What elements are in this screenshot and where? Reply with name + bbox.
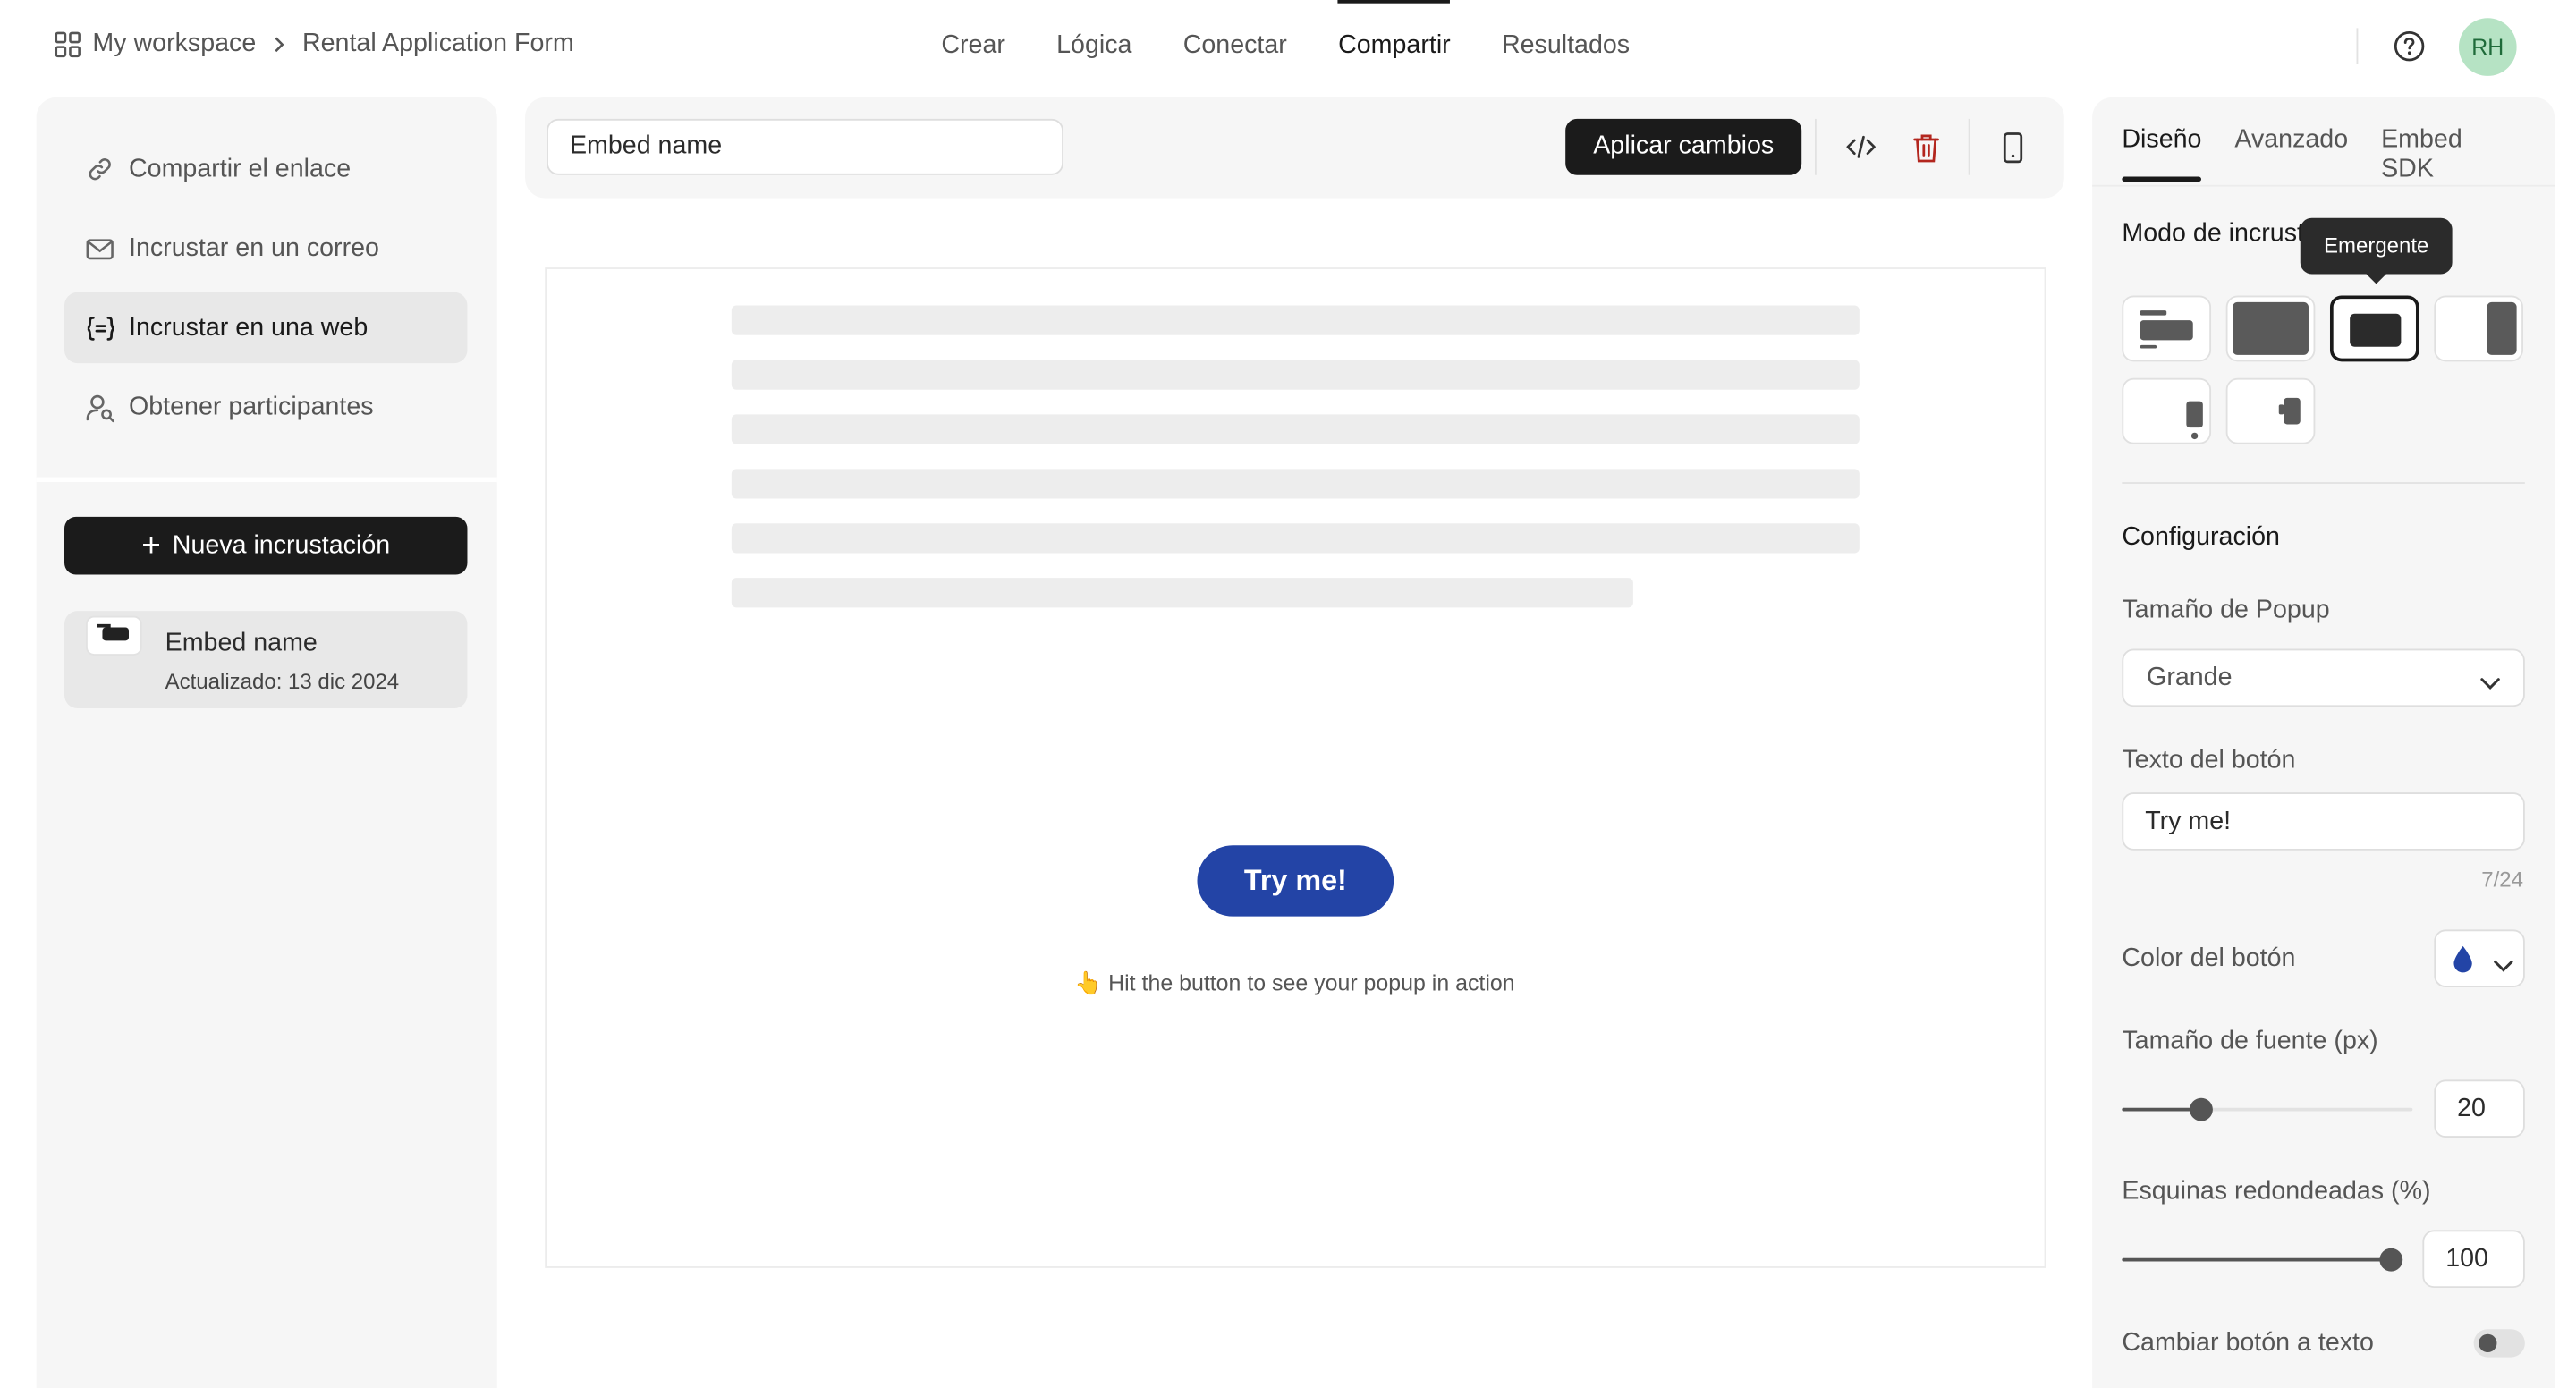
divider xyxy=(2122,482,2525,484)
tab-diseno[interactable]: Diseño xyxy=(2122,125,2202,184)
embed-list-item[interactable]: Embed name Actualizado: 13 dic 2024 xyxy=(64,611,468,709)
slider-handle[interactable] xyxy=(2379,1248,2403,1272)
top-bar: My workspace Rental Application Form Cre… xyxy=(0,0,2576,92)
avatar[interactable]: RH xyxy=(2458,18,2517,76)
mode-popover-button[interactable] xyxy=(2122,377,2212,444)
placeholder-line xyxy=(731,414,1860,444)
preview-try-button[interactable]: Try me! xyxy=(1197,845,1394,917)
preview-hint: 👆 Hit the button to see your popup in ac… xyxy=(1074,970,1515,996)
placeholder-line xyxy=(731,305,1860,335)
sidebar-item-label: Incrustar en una web xyxy=(129,312,369,342)
code-braces-icon xyxy=(84,312,115,343)
text-toggle-label: Cambiar botón a texto xyxy=(2122,1329,2374,1358)
panel-tabs: Diseño Avanzado Embed SDK xyxy=(2122,125,2555,184)
new-embed-label: Nueva incrustación xyxy=(172,530,391,559)
tab-resultados[interactable]: Resultados xyxy=(1502,0,1630,92)
chevron-down-icon xyxy=(2480,669,2500,698)
divider xyxy=(36,477,497,483)
font-size-slider[interactable] xyxy=(2122,1093,2413,1126)
button-color-label: Color del botón xyxy=(2122,944,2296,973)
tab-compartir[interactable]: Compartir xyxy=(1338,0,1451,92)
sidebar-item-web-embed[interactable]: Incrustar en una web xyxy=(64,292,468,364)
font-size-input[interactable] xyxy=(2434,1079,2525,1138)
embed-toolbar: Aplicar cambios xyxy=(525,97,2064,199)
popup-mode-icon xyxy=(86,615,142,656)
mail-icon xyxy=(84,233,115,264)
tab-logica[interactable]: Lógica xyxy=(1056,0,1131,92)
divider xyxy=(1968,118,1970,175)
apply-changes-button[interactable]: Aplicar cambios xyxy=(1565,118,1802,175)
plus-icon: + xyxy=(141,527,161,564)
corners-slider[interactable] xyxy=(2122,1243,2403,1276)
mode-fullpage-button[interactable] xyxy=(2225,295,2316,362)
code-icon[interactable] xyxy=(1844,131,1877,164)
mode-tooltip: Emergente xyxy=(2300,217,2453,284)
embed-item-name: Embed name xyxy=(165,629,318,657)
help-icon[interactable] xyxy=(2393,30,2426,63)
placeholder-line xyxy=(731,523,1860,554)
breadcrumb-workspace[interactable]: My workspace xyxy=(92,30,256,59)
chevron-down-icon xyxy=(2494,951,2513,980)
new-embed-button[interactable]: + Nueva incrustación xyxy=(64,516,468,575)
font-size-label: Tamaño de fuente (px) xyxy=(2122,1027,2378,1055)
button-color-picker[interactable] xyxy=(2434,929,2525,988)
text-toggle-switch[interactable] xyxy=(2473,1329,2525,1358)
tab-embed-sdk[interactable]: Embed SDK xyxy=(2381,125,2521,184)
breadcrumb-form[interactable]: Rental Application Form xyxy=(302,30,574,59)
mode-side-tab-button[interactable] xyxy=(2225,377,2316,444)
corners-label: Esquinas redondeadas (%) xyxy=(2122,1177,2431,1206)
sidebar-item-label: Obtener participantes xyxy=(129,392,374,420)
design-panel: Diseño Avanzado Embed SDK Modo de incrus… xyxy=(2092,97,2555,1388)
mobile-preview-icon[interactable] xyxy=(1996,131,2029,164)
tab-avanzado[interactable]: Avanzado xyxy=(2234,125,2348,184)
embed-preview: Try me! 👆 Hit the button to see your pop… xyxy=(545,267,2046,1268)
embed-item-updated: Actualizado: 13 dic 2024 xyxy=(165,668,400,694)
breadcrumb: My workspace Rental Application Form xyxy=(55,30,574,59)
chevron-right-icon xyxy=(273,37,286,53)
sidebar-item-email-embed[interactable]: Incrustar en un correo xyxy=(64,213,467,284)
tab-crear[interactable]: Crear xyxy=(941,0,1005,92)
color-drop-icon xyxy=(2451,944,2476,982)
popup-size-select[interactable]: Grande xyxy=(2122,648,2525,707)
sidebar-item-label: Compartir el enlace xyxy=(129,154,352,183)
button-text-input[interactable] xyxy=(2122,792,2525,851)
corners-input[interactable] xyxy=(2422,1230,2525,1289)
placeholder-line xyxy=(731,578,1633,608)
char-counter: 7/24 xyxy=(2481,867,2523,892)
button-text-label: Texto del botón xyxy=(2122,746,2296,774)
slider-handle[interactable] xyxy=(2190,1097,2213,1121)
popup-size-label: Tamaño de Popup xyxy=(2122,596,2330,624)
placeholder-line xyxy=(731,469,1860,499)
share-sidebar: Compartir el enlace Incrustar en un corr… xyxy=(36,97,497,1388)
sidebar-item-participants[interactable]: Obtener participantes xyxy=(64,371,467,442)
grid-icon xyxy=(55,31,81,58)
link-icon xyxy=(84,154,115,185)
tab-conectar[interactable]: Conectar xyxy=(1183,0,1287,92)
embed-name-input[interactable] xyxy=(547,118,1063,175)
divider xyxy=(1814,118,1817,175)
popup-size-value: Grande xyxy=(2147,664,2233,692)
config-title: Configuración xyxy=(2122,523,2280,552)
placeholder-line xyxy=(731,360,1860,390)
user-search-icon xyxy=(84,392,115,423)
sidebar-item-share-link[interactable]: Compartir el enlace xyxy=(64,134,467,205)
trash-icon[interactable] xyxy=(1909,131,1942,164)
divider xyxy=(2356,28,2359,65)
divider xyxy=(2092,184,2555,187)
mode-slider-button[interactable] xyxy=(2434,295,2523,362)
main-tabs: Crear Lógica Conectar Compartir Resultad… xyxy=(941,0,1681,92)
mode-standard-button[interactable] xyxy=(2122,295,2212,362)
sidebar-item-label: Incrustar en un correo xyxy=(129,233,379,262)
mode-popup-button[interactable] xyxy=(2329,295,2419,362)
